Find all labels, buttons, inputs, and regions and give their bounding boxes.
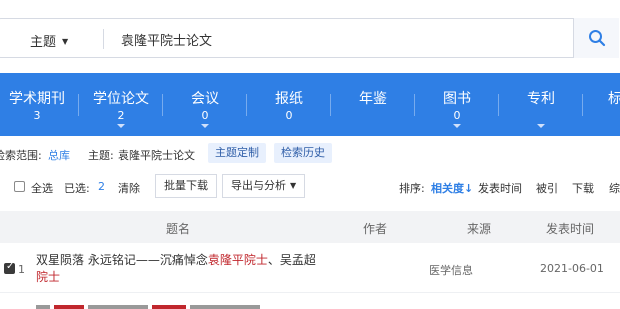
search-box: 主题 ▼ 袁隆平院士论文 xyxy=(0,18,619,58)
tab-label: 标 xyxy=(608,91,620,107)
search-scope-label: 主题 xyxy=(30,35,57,50)
result-title-link[interactable]: 双星陨落 永远铭记——沉痛悼念袁隆平院士、吴孟超院士 xyxy=(36,252,326,286)
tab-label: 学位论文 xyxy=(93,91,149,107)
tab-label: 学术期刊 xyxy=(9,91,65,107)
tab-conferences[interactable]: 会议 0 xyxy=(163,73,247,136)
search-icon xyxy=(588,30,605,47)
export-analysis-dropdown[interactable]: 导出与分析 ▼ xyxy=(222,174,306,198)
tab-journals[interactable]: 学术期刊 3 xyxy=(0,73,79,136)
chevron-down-icon: ▼ xyxy=(62,37,69,46)
tab-patents[interactable]: 专利 xyxy=(499,73,583,136)
divider xyxy=(103,29,104,49)
chevron-down-icon xyxy=(453,124,461,128)
tab-count: 0 xyxy=(285,109,293,122)
selected-label: 已选: xyxy=(64,182,90,195)
sort-relevance[interactable]: 相关度↓ xyxy=(431,180,473,196)
range-value-link[interactable]: 总库 xyxy=(48,147,70,163)
title-text: 双星陨落 永远铭记——沉痛悼念 xyxy=(36,253,208,267)
tab-dissertations[interactable]: 学位论文 2 xyxy=(79,73,163,136)
tab-count: 2 xyxy=(117,109,125,122)
table-row: 1 双星陨落 永远铭记——沉痛悼念袁隆平院士、吴孟超院士 医学信息 2021-0… xyxy=(0,243,620,293)
table-header: 题名 作者 来源 发表时间 xyxy=(0,211,620,243)
search-history-button[interactable]: 检索历史 xyxy=(274,143,332,163)
search-scope-row: 检索范围: 总库 主题: 袁隆平院士论文 主题定制 检索历史 xyxy=(0,136,620,170)
customize-topic-button[interactable]: 主题定制 xyxy=(208,143,266,163)
sort-date[interactable]: 发表时间 xyxy=(478,180,522,196)
export-label: 导出与分析 xyxy=(231,179,286,192)
tab-count: 3 xyxy=(33,109,41,122)
sort-comprehensive[interactable]: 综 xyxy=(609,180,620,196)
topic-label: 主题: xyxy=(88,149,114,162)
search-bar: 主题 ▼ 袁隆平院士论文 xyxy=(0,0,620,73)
resource-tabs: 学术期刊 3 学位论文 2 会议 0 报纸 0 年鉴 图书 0 专利 标 xyxy=(0,73,620,136)
tab-label: 报纸 xyxy=(275,91,303,107)
tab-count: 0 xyxy=(201,109,209,122)
tab-label: 会议 xyxy=(191,91,219,107)
tab-label: 年鉴 xyxy=(359,91,387,107)
sort-cited[interactable]: 被引 xyxy=(536,180,558,196)
selected-count: 2 xyxy=(98,180,105,193)
arrow-down-icon: ↓ xyxy=(464,182,474,195)
results-toolbar: 全选 已选: 2 清除 批量下载 导出与分析 ▼ 排序: 相关度↓ 发表时间 被引… xyxy=(0,170,620,204)
topic-value: 袁隆平院士论文 xyxy=(118,149,195,162)
title-highlight: 院士 xyxy=(36,270,61,284)
title-highlight: 袁隆平院士 xyxy=(207,253,268,267)
header-author: 作者 xyxy=(363,222,388,236)
title-text: 、吴孟超 xyxy=(267,253,316,267)
sort-relevance-label: 相关度 xyxy=(431,182,464,195)
table-row-partial xyxy=(0,293,620,309)
chevron-down-icon: ▼ xyxy=(290,181,297,190)
batch-download-button[interactable]: 批量下载 xyxy=(155,174,217,198)
clear-link[interactable]: 清除 xyxy=(118,180,140,196)
search-scope-dropdown[interactable]: 主题 ▼ xyxy=(30,31,68,50)
header-date: 发表时间 xyxy=(546,222,595,236)
tab-books[interactable]: 图书 0 xyxy=(415,73,499,136)
header-source: 来源 xyxy=(467,222,492,236)
sort-label: 排序: xyxy=(399,182,425,195)
search-input[interactable]: 袁隆平院士论文 xyxy=(121,30,212,49)
tab-count: 0 xyxy=(453,109,461,122)
chevron-down-icon xyxy=(201,124,209,128)
sort-download[interactable]: 下载 xyxy=(572,180,594,196)
result-date: 2021-06-01 xyxy=(540,262,604,275)
search-button[interactable] xyxy=(573,18,619,58)
select-all-checkbox[interactable] xyxy=(14,181,25,192)
chevron-down-icon xyxy=(117,124,125,128)
chevron-down-icon xyxy=(537,124,545,128)
tab-standards[interactable]: 标 xyxy=(583,73,620,136)
row-checkbox[interactable] xyxy=(4,261,15,274)
partial-row-content xyxy=(36,303,266,309)
tab-newspapers[interactable]: 报纸 0 xyxy=(247,73,331,136)
tab-label: 图书 xyxy=(443,91,471,107)
header-title: 题名 xyxy=(166,222,191,236)
tab-label: 专利 xyxy=(527,91,555,107)
tab-yearbooks[interactable]: 年鉴 xyxy=(331,73,415,136)
range-label: 检索范围: xyxy=(0,149,42,162)
row-index: 1 xyxy=(18,263,25,276)
result-source-link[interactable]: 医学信息 xyxy=(429,262,473,278)
select-all-label[interactable]: 全选 xyxy=(31,180,53,196)
